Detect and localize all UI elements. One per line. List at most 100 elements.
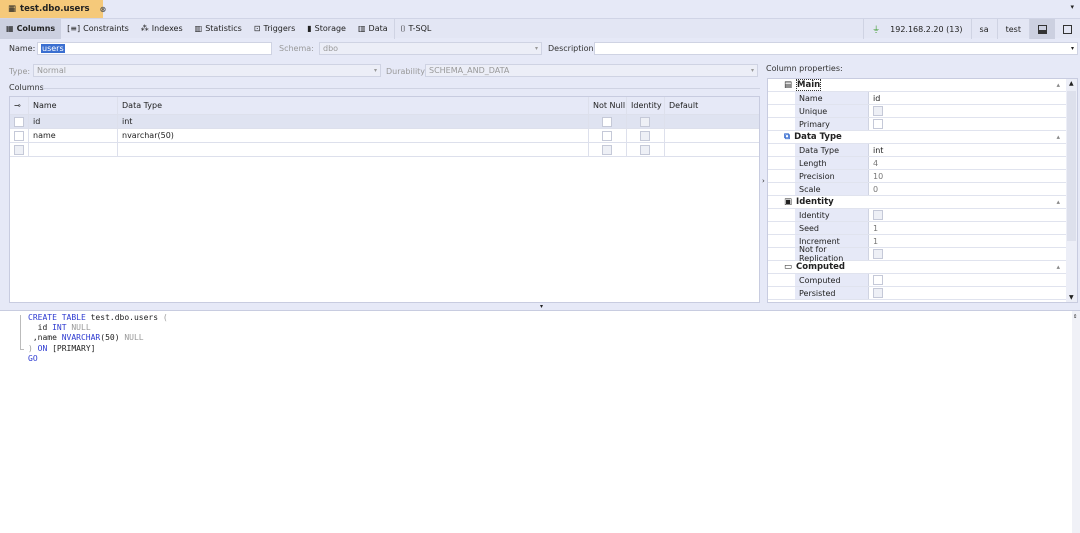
scrollbar-thumb[interactable]: [1067, 91, 1076, 241]
not-null-checkbox[interactable]: [602, 144, 612, 155]
cell-default[interactable]: [665, 115, 759, 128]
cell-name[interactable]: [29, 143, 118, 156]
new-row[interactable]: [10, 143, 759, 157]
chevron-up-icon[interactable]: ▴: [1056, 81, 1060, 89]
header-name[interactable]: Name: [29, 97, 118, 114]
header-data-type[interactable]: Data Type: [118, 97, 589, 114]
type-select[interactable]: Normal ▾: [33, 64, 381, 77]
prop-seed[interactable]: Seed 1: [768, 222, 1066, 235]
header-default[interactable]: Default: [665, 97, 759, 114]
grid-icon: ▦: [6, 24, 14, 33]
not-null-checkbox[interactable]: [602, 130, 612, 141]
value[interactable]: 10: [869, 170, 1066, 182]
chevron-up-icon[interactable]: ▴: [1056, 133, 1060, 141]
scroll-up-icon[interactable]: ▲: [1069, 80, 1074, 87]
label: Seed: [795, 222, 869, 234]
layout-single-button[interactable]: [1055, 19, 1080, 39]
chevron-up-icon[interactable]: ▴: [1056, 263, 1060, 271]
cell-data-type[interactable]: nvarchar(50): [118, 129, 589, 142]
category-computed[interactable]: ▭ Computed ▴: [768, 261, 1066, 274]
value[interactable]: int: [869, 144, 1066, 156]
sql-editor[interactable]: CREATE TABLE test.dbo.users ( id INT NUL…: [0, 310, 1080, 533]
value[interactable]: 4: [869, 157, 1066, 169]
scroll-down-icon[interactable]: ▼: [1069, 294, 1074, 301]
checkbox[interactable]: [14, 144, 24, 155]
table-row[interactable]: name nvarchar(50): [10, 129, 759, 143]
label: Computed: [796, 262, 846, 272]
prop-scale[interactable]: Scale 0: [768, 183, 1066, 196]
layout-bottom-button[interactable]: [1029, 19, 1055, 39]
grid-header: ⊸ Name Data Type Not Null Identity Defau…: [10, 97, 759, 115]
split-icon[interactable]: ⇕: [1073, 312, 1077, 320]
category-identity[interactable]: ▣ Identity ▴: [768, 196, 1066, 209]
tab-triggers[interactable]: ⊡ Triggers: [248, 19, 301, 39]
checkbox[interactable]: [14, 116, 24, 127]
persisted-checkbox[interactable]: [873, 288, 883, 298]
description-input[interactable]: ▾: [594, 42, 1078, 55]
prop-primary[interactable]: Primary: [768, 118, 1066, 131]
tab-overflow-icon[interactable]: ▾: [1070, 3, 1074, 11]
checkbox[interactable]: [14, 130, 24, 141]
user-label[interactable]: sa: [970, 19, 997, 39]
close-tab-icon[interactable]: ⊗: [100, 5, 107, 14]
chevron-up-icon[interactable]: ▴: [1056, 198, 1060, 206]
label: Statistics: [205, 24, 242, 33]
cell-data-type[interactable]: int: [118, 115, 589, 128]
plug-icon: ⏚: [872, 24, 881, 34]
cell-name[interactable]: id: [29, 115, 118, 128]
prop-name[interactable]: Name id: [768, 92, 1066, 105]
value[interactable]: id: [869, 92, 1066, 104]
cell-name[interactable]: name: [29, 129, 118, 142]
connection-indicator[interactable]: ⏚ 192.168.2.20 (13): [863, 19, 970, 39]
computed-checkbox[interactable]: [873, 275, 883, 285]
table-row[interactable]: id int: [10, 115, 759, 129]
cell-default[interactable]: [665, 143, 759, 156]
not-null-checkbox[interactable]: [602, 116, 612, 127]
name-input[interactable]: users: [37, 42, 272, 55]
identity-checkbox[interactable]: [640, 116, 650, 127]
value[interactable]: 0: [869, 183, 1066, 195]
tab-data[interactable]: ▥ Data: [352, 19, 394, 39]
cell-default[interactable]: [665, 129, 759, 142]
primary-checkbox[interactable]: [873, 119, 883, 129]
cell-identity: [627, 143, 665, 156]
prop-precision[interactable]: Precision 10: [768, 170, 1066, 183]
value[interactable]: 1: [869, 235, 1066, 247]
identity-checkbox[interactable]: [640, 130, 650, 141]
prop-computed[interactable]: Computed: [768, 274, 1066, 287]
category-data-type[interactable]: ⧉ Data Type ▴: [768, 131, 1066, 144]
collapse-panel-icon[interactable]: ›: [762, 177, 765, 185]
database-label[interactable]: test: [996, 19, 1029, 39]
prop-unique[interactable]: Unique: [768, 105, 1066, 118]
unique-checkbox[interactable]: [873, 106, 883, 116]
property-scrollbar[interactable]: ▲ ▼: [1066, 79, 1077, 302]
value[interactable]: 1: [869, 222, 1066, 234]
prop-length[interactable]: Length 4: [768, 157, 1066, 170]
category-main[interactable]: ▤ Main ▴: [768, 79, 1066, 92]
tab-columns[interactable]: ▦ Columns: [0, 18, 62, 39]
tab-storage[interactable]: ▮ Storage: [301, 19, 352, 39]
prop-persisted[interactable]: Persisted: [768, 287, 1066, 300]
editor-scrollbar[interactable]: ⇕: [1072, 311, 1080, 533]
prop-data-type[interactable]: Data Type int: [768, 144, 1066, 157]
fold-marker[interactable]: [20, 315, 24, 350]
durability-select[interactable]: SCHEMA_AND_DATA ▾: [425, 64, 758, 77]
tab-indexes[interactable]: ⁂ Indexes: [135, 19, 189, 39]
header-identity[interactable]: Identity: [627, 97, 665, 114]
panel-icon: [1063, 24, 1072, 34]
cell-data-type[interactable]: [118, 143, 589, 156]
cell-not-null: [589, 115, 627, 128]
tab-constraints[interactable]: [≡] Constraints: [61, 19, 135, 39]
tab-statistics[interactable]: ▥ Statistics: [189, 19, 248, 39]
splitter-handle[interactable]: ▾: [540, 303, 543, 310]
identity-checkbox[interactable]: [873, 210, 883, 220]
header-not-null[interactable]: Not Null: [589, 97, 627, 114]
identity-checkbox[interactable]: [640, 144, 650, 155]
schema-select[interactable]: dbo ▾: [319, 42, 542, 55]
document-tab[interactable]: ▦ test.dbo.users ⊗: [0, 0, 106, 18]
prop-identity[interactable]: Identity: [768, 209, 1066, 222]
nfr-checkbox[interactable]: [873, 249, 883, 259]
tab-tsql[interactable]: ⌷ T-SQL: [393, 18, 438, 39]
prop-not-for-replication[interactable]: Not for Replication: [768, 245, 1066, 263]
ident: test.dbo.users: [85, 313, 163, 322]
